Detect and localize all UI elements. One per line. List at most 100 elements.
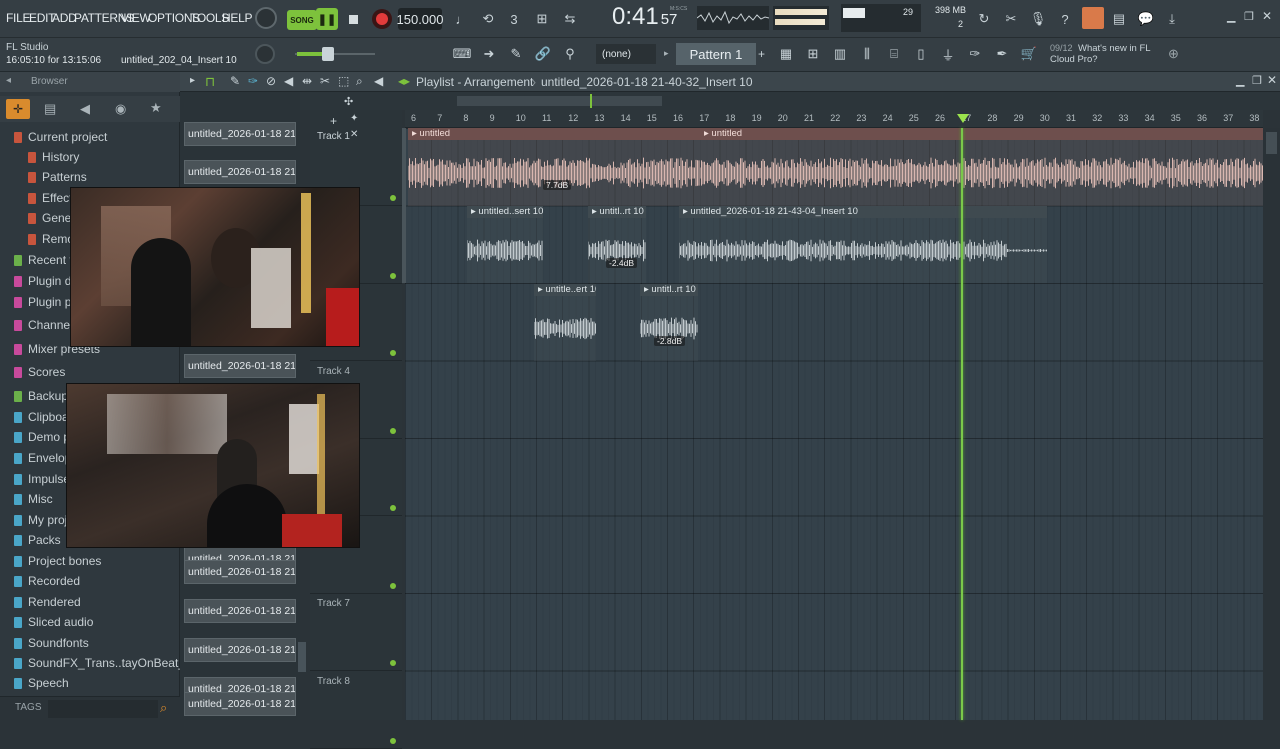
master-slider-handle[interactable] — [322, 47, 334, 61]
tempo-display[interactable]: 150.000 — [397, 8, 444, 30]
help-icon[interactable]: ? — [1055, 9, 1075, 29]
countdown-icon[interactable]: 3 — [504, 9, 524, 29]
step-edit-icon[interactable]: ⊞ — [532, 9, 552, 29]
news-text[interactable]: What's new in FL Cloud Pro? — [1050, 43, 1160, 65]
link-icon[interactable]: 🔗 — [533, 44, 553, 64]
chat-icon[interactable]: 💬 — [1136, 9, 1156, 29]
brush-icon[interactable]: ✎ — [506, 44, 526, 64]
audio-clip[interactable]: ▸ untitled..sert 10 — [467, 206, 543, 283]
master-volume-knob[interactable] — [255, 7, 277, 29]
search-icon[interactable]: ⌕ — [160, 700, 167, 716]
close-icon[interactable]: ✕ — [1262, 9, 1272, 23]
pattern-selector[interactable]: (none) — [596, 44, 656, 64]
pause-button[interactable]: ❚❚ — [316, 8, 338, 30]
track-header[interactable]: Track 8 — [310, 672, 402, 749]
metronome-icon[interactable]: ♩ — [452, 9, 472, 29]
track-active-led[interactable] — [390, 582, 396, 589]
wrench-icon[interactable]: ✑ — [965, 44, 985, 64]
slip-tool-icon[interactable]: ⇹ — [302, 74, 312, 88]
download-icon[interactable]: ⤓ — [1162, 9, 1182, 29]
project-files-icon[interactable]: ▤ — [44, 101, 56, 117]
record-button[interactable] — [372, 9, 392, 29]
channel-button[interactable]: untitled_2026-01-18 21-... — [184, 692, 296, 716]
piano-roll-icon[interactable]: ▤ — [1109, 9, 1129, 29]
track-active-led[interactable] — [390, 737, 396, 744]
microphone-icon[interactable]: 🎙 — [1028, 9, 1048, 29]
channel-button[interactable]: untitled_2026-01-18 21-... — [184, 160, 296, 184]
browser-item[interactable]: History — [28, 147, 79, 167]
menu-file[interactable]: FILE — [6, 11, 30, 25]
audio-clip[interactable]: ▸ untitl..rt 10 -2.4dB — [588, 206, 646, 283]
snap-icon[interactable]: ✦ — [350, 113, 358, 124]
cart-icon[interactable]: 🛒 — [1019, 44, 1039, 64]
playlist-maximize-icon[interactable]: ❐ — [1252, 74, 1262, 87]
piano-icon[interactable]: ⌨ — [452, 44, 472, 64]
browser-menu-icon[interactable]: ◂ — [6, 75, 11, 86]
tags-input[interactable] — [48, 700, 158, 718]
file-icon[interactable]: ▯ — [911, 44, 931, 64]
playback-tool-icon[interactable]: ◀ — [374, 74, 383, 88]
browser-icon[interactable]: ⌸ — [884, 44, 904, 64]
arrow-right-icon[interactable]: ➜ — [479, 44, 499, 64]
clip-title[interactable]: ▸ untitled — [700, 128, 1263, 140]
track-header[interactable]: Track 7 — [310, 594, 402, 671]
browser-item[interactable]: Current project — [14, 127, 107, 147]
playlist-close-icon[interactable]: ✕ — [1267, 73, 1277, 87]
plugin-db-icon[interactable]: ◉ — [115, 101, 126, 117]
menu-help[interactable]: HELP — [222, 11, 252, 25]
piano-roll-view-icon[interactable]: ▥ — [830, 44, 850, 64]
pattern-name[interactable]: Pattern 1 — [676, 43, 756, 65]
playlist-minimize-icon[interactable]: ▁ — [1236, 74, 1244, 87]
add-track-icon[interactable]: + — [330, 114, 337, 128]
playlist-icon[interactable]: ▦ — [776, 44, 796, 64]
track-active-led[interactable] — [390, 272, 396, 279]
loop-record-icon[interactable]: ⇆ — [560, 9, 580, 29]
vertical-scroll-thumb[interactable] — [1266, 132, 1277, 154]
audio-clip[interactable]: ▸ untitled — [700, 128, 1263, 206]
browser-item[interactable]: Recorded — [14, 571, 80, 591]
stop-button[interactable] — [344, 10, 362, 28]
cut-icon[interactable]: ✂ — [1001, 9, 1021, 29]
mute-tool-icon[interactable]: ◀ — [284, 74, 293, 88]
record-audio-button[interactable] — [1082, 7, 1104, 29]
song-mode-toggle[interactable]: SONG — [287, 10, 317, 30]
browser-item[interactable]: Sliced audio — [14, 612, 93, 632]
playhead-marker[interactable] — [957, 114, 969, 123]
channel-button[interactable]: untitled_2026-01-18 21-... — [184, 354, 296, 378]
minimize-icon[interactable]: ▁ — [1227, 10, 1235, 23]
favorites-icon[interactable]: ★ — [150, 100, 162, 116]
overview-scroll-thumb[interactable] — [457, 96, 662, 106]
clip-title[interactable]: ▸ untitled — [408, 128, 700, 140]
speaker-icon[interactable]: ◀ — [80, 101, 90, 117]
playlist-menu-icon[interactable]: ▸ — [190, 75, 195, 86]
menu-add[interactable]: ADD — [52, 11, 77, 25]
browser-item[interactable]: Project bones — [14, 551, 101, 571]
arrow-left-icon[interactable]: ▸ — [664, 48, 669, 59]
clip-title[interactable]: ▸ untitl..rt 10 — [640, 284, 698, 296]
browser-item[interactable]: Soundfonts — [14, 633, 89, 653]
clip-title[interactable]: ▸ untitled..sert 10 — [467, 206, 543, 218]
stamp-icon[interactable]: ⚲ — [560, 44, 580, 64]
audio-clip[interactable]: ▸ untitle..ert 10 — [534, 284, 596, 361]
channel-button[interactable]: untitled_2026-01-18 21-... — [184, 560, 296, 584]
vertical-scrollbar[interactable] — [1263, 128, 1280, 720]
zoom-tool-icon[interactable]: ⌕ — [356, 74, 363, 89]
clip-title[interactable]: ▸ untitl..rt 10 — [588, 206, 646, 218]
pen-icon[interactable]: ✒ — [992, 44, 1012, 64]
track-active-led[interactable] — [390, 505, 396, 511]
track-active-led[interactable] — [390, 427, 396, 434]
plugin-icon[interactable]: ⏚ — [938, 44, 958, 64]
master-pitch-knob[interactable] — [255, 44, 275, 64]
browser-item[interactable]: SoundFX_Trans..tayOnBeat_com — [14, 653, 208, 673]
audio-clip[interactable]: ▸ untitled_2026-01-18 21-43-04_Insert 10 — [679, 206, 1047, 283]
browser-item[interactable]: Speech — [14, 673, 69, 693]
draw-tool-icon[interactable]: ✎ — [230, 74, 240, 88]
slice-tool-icon[interactable]: ✂ — [320, 74, 330, 88]
channel-button[interactable]: untitled_2026-01-18 21-... — [184, 122, 296, 146]
select-tool-icon[interactable]: ⬚ — [338, 74, 349, 88]
wait-input-icon[interactable]: ⟲ — [478, 9, 498, 29]
clip-title[interactable]: ▸ untitled_2026-01-18 21-43-04_Insert 10 — [679, 206, 1047, 218]
browser-item[interactable]: Backup — [14, 386, 68, 406]
channel-button[interactable]: untitled_2026-01-18 21-... — [184, 599, 296, 623]
mixer-icon[interactable]: ⫼ — [857, 44, 877, 64]
